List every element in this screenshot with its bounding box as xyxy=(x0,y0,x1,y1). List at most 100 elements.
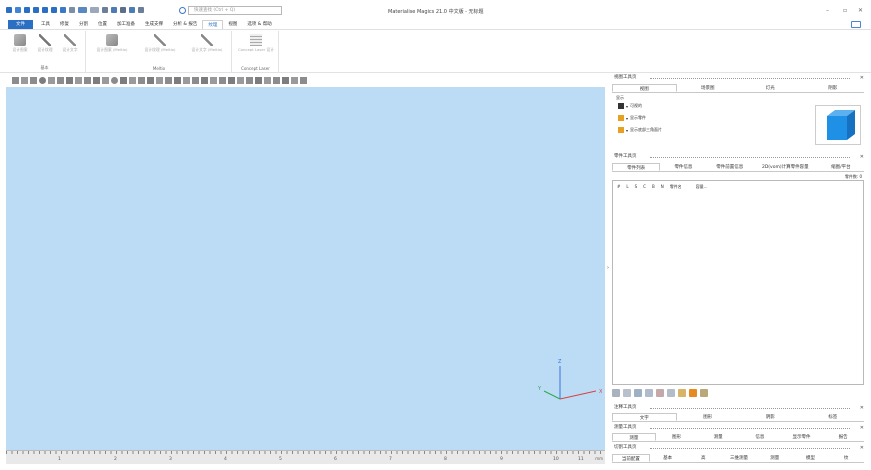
brush-icon[interactable] xyxy=(228,76,235,84)
measure-icon[interactable] xyxy=(129,7,135,13)
report-part-icon[interactable] xyxy=(700,389,708,397)
restore-button[interactable]: ▫ xyxy=(843,7,847,14)
design-pattern-button[interactable]: 设计图案 xyxy=(8,34,32,52)
section-icon[interactable] xyxy=(120,76,127,84)
pan-icon[interactable] xyxy=(156,76,163,84)
remove-part-icon[interactable] xyxy=(623,389,631,397)
plane-icon[interactable] xyxy=(237,76,244,84)
tab-split[interactable]: 分割 xyxy=(74,20,93,29)
tab-graphic[interactable]: 图形 xyxy=(656,433,698,441)
part-panel-header[interactable]: 零件工具页 ✕ xyxy=(610,153,868,161)
collapse-arrow-icon[interactable]: › xyxy=(607,265,609,271)
invert-icon[interactable] xyxy=(219,76,226,84)
meltio-pattern-button[interactable]: 设计图案 (Meltio) xyxy=(89,34,135,52)
column-header[interactable]: S xyxy=(635,184,638,190)
meltio-text-button[interactable]: 设计文字 (Meltio) xyxy=(184,34,230,52)
search-input[interactable]: 快速查找 (Ctrl + Q) xyxy=(179,6,282,15)
tab-build-prep[interactable]: 加工准备 xyxy=(112,20,140,29)
zoom-icon[interactable] xyxy=(111,7,117,13)
export-icon[interactable] xyxy=(60,7,66,13)
tab-view[interactable]: 视图 xyxy=(223,20,242,29)
duplicate-part-icon[interactable] xyxy=(634,389,642,397)
tab-high[interactable]: 高 xyxy=(685,454,721,462)
view-back-icon[interactable] xyxy=(21,76,28,84)
3d-viewport[interactable]: X Z Y xyxy=(6,87,605,450)
lasso-icon[interactable] xyxy=(282,76,289,84)
new-file-icon[interactable] xyxy=(15,7,21,13)
tab-text[interactable]: 文字 xyxy=(612,413,677,421)
measure-line-icon[interactable] xyxy=(75,76,82,84)
tab-info[interactable]: 信息 xyxy=(739,433,781,441)
tab-part-list[interactable]: 零件列表 xyxy=(612,163,661,171)
view-panel-header[interactable]: 视图工具页 ✕ xyxy=(610,74,868,82)
tab-tools[interactable]: 工具 xyxy=(36,20,55,29)
help-icon[interactable] xyxy=(851,21,861,28)
box-select-icon[interactable] xyxy=(291,76,298,84)
tab-scene[interactable]: 场景图 xyxy=(677,84,740,92)
grid-icon[interactable] xyxy=(84,76,91,84)
tab-report[interactable]: 报告 xyxy=(822,433,864,441)
add-part-icon[interactable] xyxy=(612,389,620,397)
save-icon[interactable] xyxy=(33,7,39,13)
tab-part-info[interactable]: 零件信息 xyxy=(660,163,706,171)
tab-measure[interactable]: 测量 xyxy=(757,454,793,462)
annotation-panel-header[interactable]: 注释工具页 ✕ xyxy=(610,404,868,412)
panel-close-icon[interactable]: ✕ xyxy=(860,74,864,82)
panel-close-icon[interactable]: ✕ xyxy=(860,424,864,432)
tab-current-config[interactable]: 当前配置 xyxy=(612,454,650,462)
concept-laser-button[interactable]: Concept Laser 设计 xyxy=(236,34,276,52)
design-text-button[interactable]: 设计文字 xyxy=(58,34,82,52)
select-surface-icon[interactable] xyxy=(183,76,190,84)
extend-icon[interactable] xyxy=(246,76,253,84)
tab-model[interactable]: 模型 xyxy=(793,454,829,462)
open-file-icon[interactable] xyxy=(24,7,30,13)
shade-icon[interactable] xyxy=(111,76,118,84)
tab-texture[interactable]: 纹理 xyxy=(202,20,224,29)
tab-position[interactable]: 位置 xyxy=(93,20,112,29)
column-header[interactable]: C xyxy=(643,184,646,190)
column-header[interactable]: 零件名 xyxy=(670,184,682,190)
settings-icon[interactable] xyxy=(138,7,144,13)
tab-part-pre-info[interactable]: 零件前置信息 xyxy=(707,163,753,171)
undo-icon[interactable] xyxy=(78,7,87,13)
part-list-table[interactable]: # L S C B N 零件名 容量... xyxy=(612,180,864,385)
mark-icon[interactable] xyxy=(201,76,208,84)
zoom-fit-icon[interactable] xyxy=(129,76,136,84)
tab-show-part[interactable]: 显示零件 xyxy=(781,433,823,441)
tab-measure[interactable]: 测量 xyxy=(612,433,656,441)
select-shell-icon[interactable] xyxy=(192,76,199,84)
column-header[interactable]: 容量... xyxy=(696,184,708,190)
tab-graphic[interactable]: 图形 xyxy=(677,413,740,421)
tab-2d-volume[interactable]: 2D(vom)计算零件容量 xyxy=(753,163,818,171)
view-right-icon[interactable] xyxy=(39,76,46,84)
color-part-icon[interactable] xyxy=(656,389,664,397)
tab-analysis[interactable]: 分析 & 报告 xyxy=(168,20,202,29)
tab-view[interactable]: 视图 xyxy=(612,84,677,92)
panel-close-icon[interactable]: ✕ xyxy=(860,444,864,452)
fix-part-icon[interactable] xyxy=(678,389,686,397)
tab-options-help[interactable]: 选项 & 帮助 xyxy=(242,20,276,29)
measure-panel-header[interactable]: 测量工具页 ✕ xyxy=(610,424,868,432)
tab-support[interactable]: 生成支撑 xyxy=(140,20,168,29)
rotate-icon[interactable] xyxy=(120,7,126,13)
column-header[interactable]: B xyxy=(652,184,655,190)
panel-close-icon[interactable]: ✕ xyxy=(860,404,864,412)
tab-texture[interactable]: 纹 xyxy=(828,454,864,462)
grow-icon[interactable] xyxy=(255,76,262,84)
close-button[interactable]: ✕ xyxy=(858,7,863,14)
column-header[interactable]: # xyxy=(617,184,620,190)
view-bottom-icon[interactable] xyxy=(57,76,64,84)
design-texture-button[interactable]: 设计纹理 xyxy=(33,34,57,52)
rotate-view-icon[interactable] xyxy=(165,76,172,84)
tab-shadow[interactable]: 阴影 xyxy=(802,84,865,92)
tab-file[interactable]: 文件 xyxy=(8,20,33,29)
shrink-icon[interactable] xyxy=(264,76,271,84)
view-iso-icon[interactable] xyxy=(66,76,73,84)
render-icon[interactable] xyxy=(93,76,100,84)
tab-shadow[interactable]: 阴影 xyxy=(739,413,802,421)
cut-panel-header[interactable]: 切割工具页 ✕ xyxy=(610,444,868,452)
column-header[interactable]: L xyxy=(626,184,628,190)
show-part-row[interactable]: ▾ 显示零件 xyxy=(618,115,646,121)
highlight-part-icon[interactable] xyxy=(689,389,697,397)
wireframe-icon[interactable] xyxy=(102,76,109,84)
